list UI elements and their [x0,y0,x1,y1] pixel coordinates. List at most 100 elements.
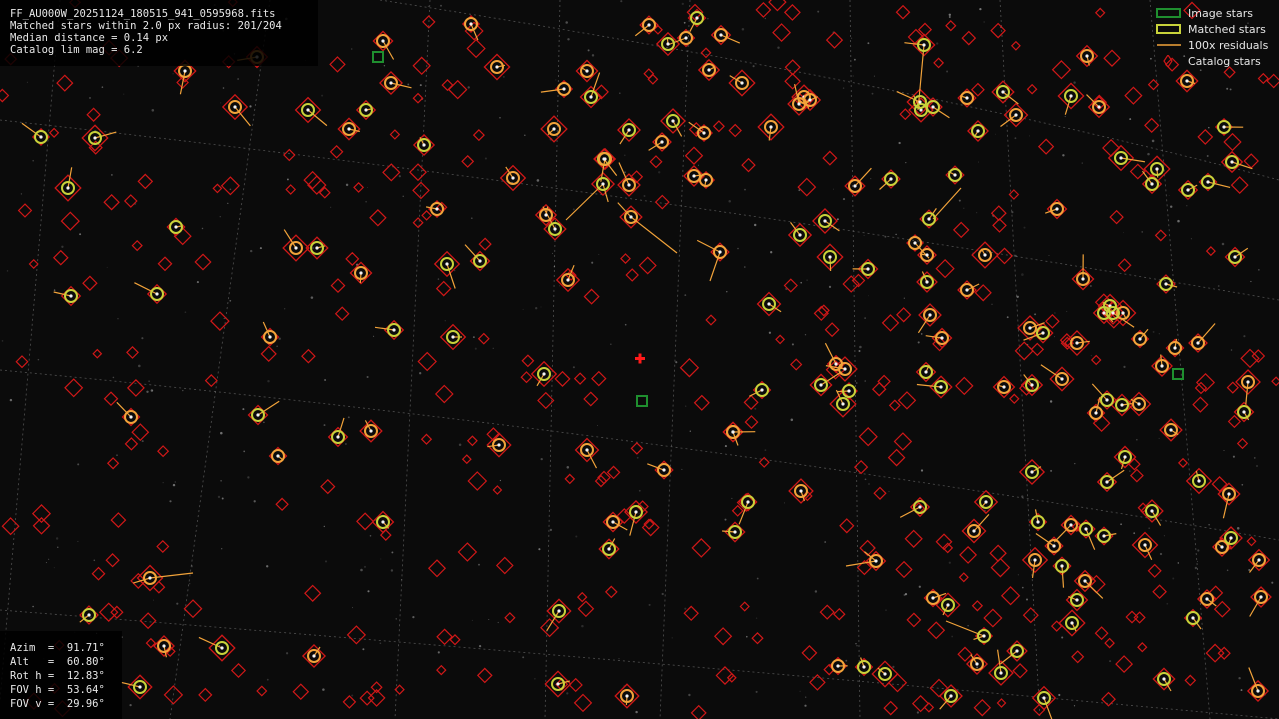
background-star [32,159,35,162]
background-star [474,347,477,350]
star-core [601,182,605,186]
star-core [627,128,631,132]
background-star [112,376,115,379]
star-core [975,662,979,666]
background-star [728,199,731,203]
background-star [864,478,867,481]
background-star [623,154,626,157]
background-star [1152,330,1155,333]
star-core [922,43,926,47]
background-star [697,164,699,166]
background-star [918,585,921,588]
catalog-star [157,256,173,272]
background-star [852,75,854,77]
background-star [948,13,951,16]
background-star [870,178,872,180]
background-star [1163,535,1165,537]
background-star [898,141,901,145]
catalog-star [679,357,700,378]
catalog-star [417,351,437,372]
background-star [800,281,802,284]
background-star [903,297,905,299]
background-star [437,278,440,280]
catalog-star [1124,86,1143,105]
background-star [324,560,328,563]
catalog-star [1236,437,1249,450]
background-star [229,299,232,302]
catalog-star [1010,40,1021,51]
background-star [141,440,144,443]
residual-line [565,183,604,221]
background-star [1123,365,1126,368]
background-star [201,227,204,230]
star-core [1206,180,1210,184]
background-star [141,337,144,340]
background-star [347,416,350,419]
background-star [276,345,278,347]
background-star [1240,689,1243,692]
catalog-star [82,275,98,291]
star-core [1075,598,1079,602]
residual-line [121,681,141,688]
catalog-star [370,681,383,694]
star-core [611,520,615,524]
star-core [607,547,611,551]
background-star [920,469,924,472]
catalog-star [210,311,230,331]
background-star [1048,255,1050,257]
star-core [1257,558,1261,562]
catalog-star [801,644,818,661]
catalog-star [301,348,316,364]
catalog-star [620,253,631,265]
catalog-star [1133,611,1146,624]
catalog-star [684,146,704,165]
catalog-star [824,322,840,338]
matched-stars-layer [34,11,1268,705]
background-star [824,541,827,543]
background-star [322,688,325,691]
catalog-star [897,391,917,410]
background-star [534,678,536,680]
background-star [373,335,375,337]
catalog-star [434,384,454,404]
background-star [61,245,64,248]
catalog-star [1071,650,1085,664]
background-star [591,261,594,264]
star-core [1081,277,1085,281]
star-core [1123,455,1127,459]
star-core [1229,536,1233,540]
catalog-star [1266,73,1279,89]
background-star [983,21,985,23]
background-star [842,198,846,201]
star-core [1162,677,1166,681]
catalog-star [895,560,913,579]
catalog-star [1177,457,1189,468]
background-star [362,648,365,651]
star-core [256,413,260,417]
catalog-star [1012,663,1028,679]
catalog-star [412,92,424,104]
catalog-star [743,394,759,410]
catalog-star [630,442,644,455]
catalog-star [17,203,33,218]
star-core [999,671,1003,675]
star-core [767,302,771,306]
background-star [351,694,354,697]
star-core [276,454,280,458]
background-star [395,618,397,620]
background-star [1109,660,1112,663]
background-star [1090,285,1092,287]
catalog-star [131,239,143,252]
star-core [913,241,917,245]
background-star [440,4,442,7]
catalog-star [412,217,424,229]
background-star [685,405,687,407]
legend-residuals: 100x residuals [1156,38,1270,54]
star-core [1191,616,1195,620]
catalog-star [755,1,772,18]
background-star [221,548,223,550]
background-star [587,49,590,52]
star-core [1246,380,1250,384]
background-star [1054,312,1056,314]
background-star [217,495,221,499]
